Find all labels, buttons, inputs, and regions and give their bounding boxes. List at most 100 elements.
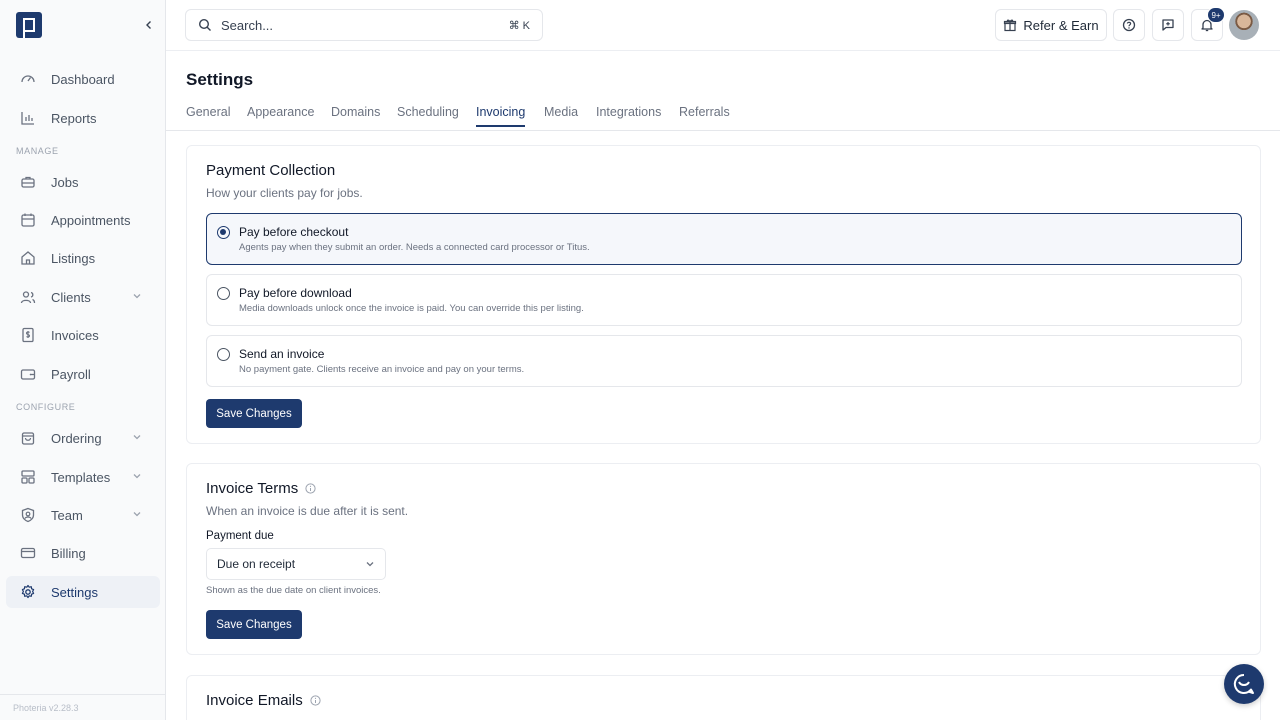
- sidebar-item-appointments[interactable]: Appointments: [6, 204, 160, 236]
- tab-media[interactable]: Media: [544, 105, 578, 127]
- radio-button[interactable]: [217, 348, 230, 361]
- page-title: Settings: [186, 70, 254, 89]
- chat-support-button[interactable]: [1224, 664, 1264, 704]
- feedback-button[interactable]: [1152, 9, 1184, 41]
- sidebar-item-label: Listings: [51, 250, 96, 266]
- option-title: Pay before download: [239, 286, 352, 300]
- option-title: Send an invoice: [239, 347, 325, 361]
- refer-earn-label: Refer & Earn: [1023, 17, 1099, 33]
- sidebar-item-payroll[interactable]: Payroll: [6, 358, 160, 390]
- app-version: Photeria v2.28.3: [0, 694, 166, 720]
- sidebar-item-label: Team: [51, 507, 83, 523]
- tab-invoicing[interactable]: Invoicing: [476, 105, 526, 127]
- sidebar-item-team[interactable]: Team: [6, 499, 160, 531]
- sidebar-item-label: Settings: [51, 584, 98, 600]
- sidebar-item-reports[interactable]: Reports: [6, 102, 160, 134]
- option-description: Agents pay when they submit an order. Ne…: [239, 242, 590, 253]
- payment-due-select[interactable]: Due on receipt: [206, 548, 386, 580]
- search-icon: [198, 18, 212, 32]
- collapse-sidebar-button[interactable]: [139, 15, 159, 35]
- info-icon[interactable]: [305, 483, 316, 494]
- credit-card-icon: [20, 545, 36, 561]
- home-icon: [20, 250, 36, 266]
- payment-due-help: Shown as the due date on client invoices…: [206, 585, 381, 596]
- invoice-terms-card: Invoice Terms When an invoice is due aft…: [186, 463, 1261, 655]
- message-square-icon: [1162, 19, 1174, 31]
- shopping-bag-icon: [20, 430, 36, 446]
- sidebar-item-dashboard[interactable]: Dashboard: [6, 63, 160, 95]
- bar-chart-icon: [20, 110, 36, 126]
- shield-icon: [20, 507, 36, 523]
- sidebar-item-listings[interactable]: Listings: [6, 242, 160, 274]
- chat-bubble-icon: [1233, 673, 1254, 694]
- sidebar-item-invoices[interactable]: Invoices: [6, 319, 160, 351]
- card-subtitle: How your clients pay for jobs.: [206, 186, 363, 200]
- sidebar-item-label: Dashboard: [51, 71, 115, 87]
- invoice-icon: [20, 327, 36, 343]
- payment-option-pay-before-download[interactable]: Pay before download Media downloads unlo…: [206, 274, 1242, 326]
- sidebar-item-ordering[interactable]: Ordering: [6, 422, 160, 454]
- notifications-badge: 9+: [1207, 7, 1225, 23]
- wallet-icon: [20, 366, 36, 382]
- search-placeholder: Search...: [221, 17, 274, 33]
- sidebar-item-label: Reports: [51, 110, 97, 126]
- avatar[interactable]: [1229, 10, 1259, 40]
- chevron-down-icon: [133, 294, 141, 299]
- select-value: Due on receipt: [217, 557, 296, 571]
- option-description: Media downloads unlock once the invoice …: [239, 303, 584, 314]
- refer-earn-button[interactable]: Refer & Earn: [995, 9, 1107, 41]
- tab-general[interactable]: General: [186, 105, 230, 127]
- payment-option-pay-before-checkout[interactable]: Pay before checkout Agents pay when they…: [206, 213, 1242, 265]
- sidebar-item-clients[interactable]: Clients: [6, 281, 160, 313]
- sidebar-item-label: Invoices: [51, 327, 99, 343]
- save-button[interactable]: Save Changes: [206, 399, 302, 428]
- option-description: No payment gate. Clients receive an invo…: [239, 364, 525, 375]
- users-icon: [20, 289, 36, 305]
- section-label-configure: CONFIGURE: [16, 402, 76, 412]
- section-label-manage: MANAGE: [16, 146, 59, 156]
- gauge-icon: [20, 71, 36, 87]
- topbar: Search... ⌘ K Refer & Earn 9+: [166, 0, 1280, 51]
- info-icon[interactable]: [310, 695, 321, 706]
- briefcase-icon: [20, 174, 36, 190]
- search-shortcut: ⌘ K: [508, 19, 530, 32]
- radio-button[interactable]: [217, 226, 230, 239]
- chevron-down-icon: [133, 512, 141, 517]
- sidebar-item-label: Clients: [51, 289, 91, 305]
- settings-tabs: General Appearance Domains Scheduling In…: [166, 99, 1280, 131]
- sidebar-item-label: Ordering: [51, 430, 102, 446]
- chevron-down-icon: [133, 474, 141, 479]
- tab-appearance[interactable]: Appearance: [247, 105, 314, 127]
- chevron-left-icon: [146, 21, 151, 29]
- sidebar-item-label: Jobs: [51, 174, 79, 190]
- radio-button[interactable]: [217, 287, 230, 300]
- sidebar-item-billing[interactable]: Billing: [6, 537, 160, 569]
- payment-option-send-invoice[interactable]: Send an invoice No payment gate. Clients…: [206, 335, 1242, 387]
- option-title: Pay before checkout: [239, 225, 349, 239]
- save-button[interactable]: Save Changes: [206, 610, 302, 639]
- card-title: Invoice Terms: [206, 480, 299, 497]
- gift-icon: [1003, 18, 1017, 32]
- invoice-emails-card: Invoice Emails: [186, 675, 1261, 720]
- tab-domains[interactable]: Domains: [331, 105, 380, 127]
- tab-integrations[interactable]: Integrations: [596, 105, 661, 127]
- chevron-down-icon: [133, 435, 141, 440]
- search-input[interactable]: Search... ⌘ K: [185, 9, 543, 41]
- card-title-row: Invoice Terms: [206, 480, 316, 497]
- sidebar-item-settings[interactable]: Settings: [6, 576, 160, 608]
- help-circle-icon: [1122, 18, 1136, 32]
- card-title-row: Invoice Emails: [206, 692, 321, 709]
- sidebar-item-templates[interactable]: Templates: [6, 461, 160, 493]
- tab-referrals[interactable]: Referrals: [679, 105, 730, 127]
- sidebar: Dashboard Reports MANAGE Jobs Appointmen…: [0, 0, 166, 720]
- card-title: Invoice Emails: [206, 692, 303, 709]
- help-button[interactable]: [1113, 9, 1145, 41]
- sidebar-item-jobs[interactable]: Jobs: [6, 166, 160, 198]
- card-title: Payment Collection: [206, 162, 336, 179]
- sidebar-item-label: Billing: [51, 545, 86, 561]
- brand-logo[interactable]: [16, 12, 42, 38]
- sidebar-item-label: Templates: [51, 469, 111, 485]
- gear-icon: [20, 584, 36, 600]
- payment-due-label: Payment due: [206, 530, 274, 542]
- tab-scheduling[interactable]: Scheduling: [397, 105, 459, 127]
